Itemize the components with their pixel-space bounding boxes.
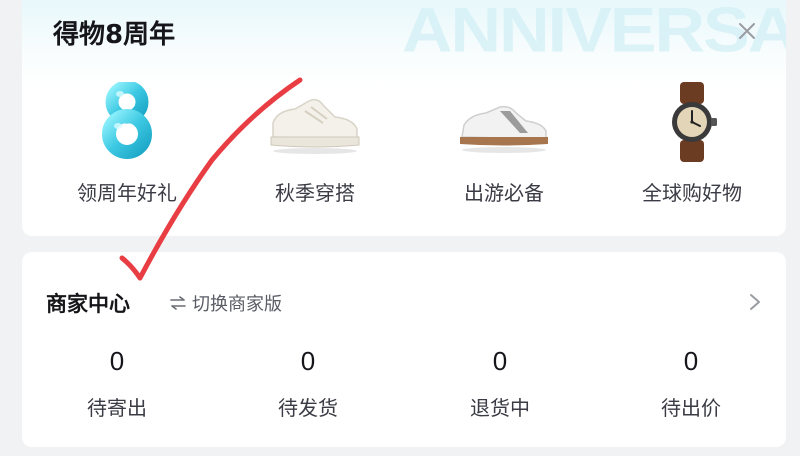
stat-count: 0: [492, 346, 508, 376]
anniversary-watermark: ANNIVERSARY: [402, 0, 786, 66]
balloon-8-icon: [32, 82, 222, 162]
white-sneaker-icon: [220, 82, 410, 162]
feature-autumn-outfit[interactable]: 秋季穿搭: [220, 82, 410, 212]
anniversary-card: ANNIVERSARY 得物8周年 领周年好礼: [22, 0, 786, 236]
stat-pending-ship[interactable]: 0 待寄出: [22, 344, 212, 421]
grey-sneaker-icon: [409, 82, 599, 162]
feature-label: 秋季穿搭: [275, 181, 355, 205]
switch-merchant-label: 切换商家版: [192, 294, 282, 315]
chevron-right-icon[interactable]: [748, 292, 762, 312]
stat-label: 待寄出: [87, 396, 147, 420]
feature-label: 全球购好物: [642, 181, 742, 205]
stat-count: 0: [300, 346, 316, 376]
switch-arrows-icon: [170, 296, 186, 310]
close-icon[interactable]: [736, 20, 758, 42]
switch-merchant-version-link[interactable]: 切换商家版: [170, 290, 282, 316]
feature-label: 出游必备: [464, 181, 544, 205]
stat-label: 待发货: [278, 396, 338, 420]
stat-count: 0: [683, 346, 699, 376]
wristwatch-icon: [597, 82, 786, 162]
merchant-center-title: 商家中心: [46, 292, 130, 316]
feature-label: 领周年好礼: [77, 181, 177, 205]
merchant-center-card: 商家中心 切换商家版 0 待寄出 0 待发货 0 退货中 0 待出价: [22, 252, 786, 447]
feature-global-goods[interactable]: 全球购好物: [597, 82, 786, 212]
stat-count: 0: [109, 346, 125, 376]
feature-anniversary-gift[interactable]: 领周年好礼: [32, 82, 222, 212]
stat-label: 待出价: [661, 396, 721, 420]
stat-returning[interactable]: 0 退货中: [405, 344, 595, 421]
anniversary-title: 得物8周年: [53, 20, 176, 50]
stat-pending-bid[interactable]: 0 待出价: [596, 344, 786, 421]
stat-label: 退货中: [470, 396, 530, 420]
feature-travel-essentials[interactable]: 出游必备: [409, 82, 599, 212]
stat-pending-delivery[interactable]: 0 待发货: [213, 344, 403, 421]
